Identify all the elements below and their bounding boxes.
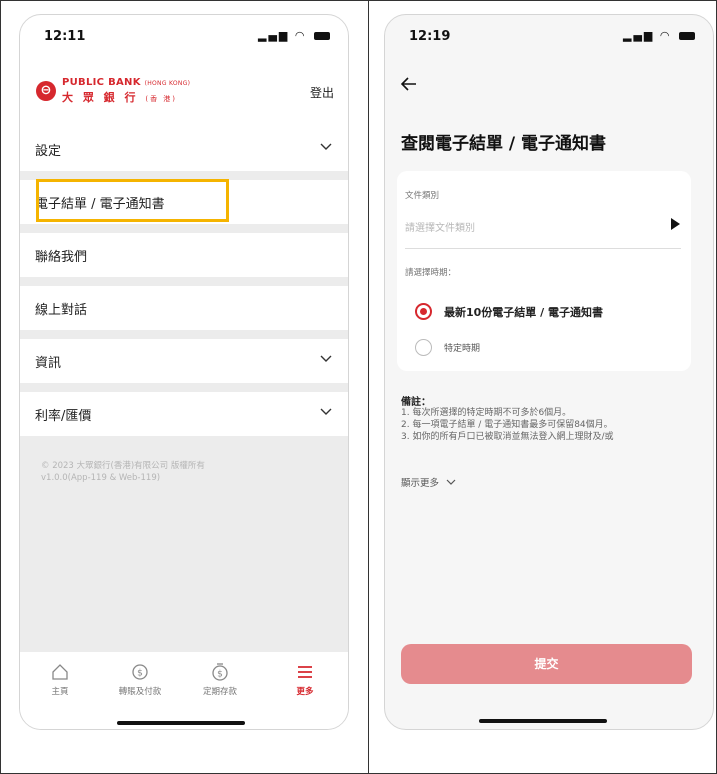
tab-label: 轉賬及付款 bbox=[118, 687, 162, 697]
signal-icon: ▂▄▆ bbox=[623, 29, 655, 42]
menu-item-label: 利率/匯價 bbox=[35, 409, 92, 424]
submit-button[interactable]: 提交 bbox=[401, 644, 692, 684]
panel-divider bbox=[368, 0, 369, 774]
signal-icon: ▂▄▆ bbox=[258, 29, 290, 42]
show-more-label: 顯示更多 bbox=[401, 478, 440, 489]
wifi-icon: ◠ bbox=[294, 29, 307, 42]
bank-logo-zh-name: 大 眾 銀 行 bbox=[62, 91, 139, 104]
show-more-link[interactable]: 顯示更多 bbox=[401, 475, 456, 489]
chevron-down-icon bbox=[320, 143, 332, 150]
period-label: 請選擇時期： bbox=[405, 268, 457, 278]
page-title: 查閱電子結單 / 電子通知書 bbox=[401, 134, 607, 154]
highlight-box bbox=[36, 179, 229, 222]
phone-screen-estatement: 12:19 ▂▄▆ ◠ 查閱電子結單 / 電子通知書 文件類別 請選擇文件類別 … bbox=[384, 14, 714, 730]
status-icons: ▂▄▆ ◠ bbox=[258, 29, 330, 42]
tab-more[interactable]: 更多 bbox=[270, 662, 340, 697]
time-deposit-icon: $ bbox=[212, 663, 228, 681]
status-time: 12:11 bbox=[44, 29, 86, 44]
tab-transfer-payment[interactable]: $ 轉賬及付款 bbox=[105, 662, 175, 697]
menu-item-info[interactable]: 資訊 bbox=[20, 339, 348, 383]
select-arrow-icon[interactable] bbox=[671, 218, 680, 230]
chevron-down-icon bbox=[446, 479, 456, 485]
chevron-down-icon bbox=[320, 355, 332, 362]
battery-icon bbox=[314, 32, 330, 40]
note-item: 3. 如你的所有戶口已被取消並無法登入網上理財及/或 bbox=[401, 432, 614, 442]
bank-logo-en: PUBLIC BANK (HONG KONG) bbox=[62, 77, 190, 88]
bank-logo-icon: ⊖ bbox=[36, 81, 56, 101]
menu-item-label: 線上對話 bbox=[35, 303, 88, 318]
bank-logo-en-sub: (HONG KONG) bbox=[144, 80, 191, 87]
menu-item-label: 設定 bbox=[35, 144, 62, 159]
phone-screen-more-menu: 12:11 ▂▄▆ ◠ ⊖ PUBLIC BANK (HONG KONG) 大 … bbox=[19, 14, 349, 730]
bottom-tab-bar: 主頁 $ 轉賬及付款 $ 定期存款 更多 bbox=[20, 652, 348, 729]
menu-item-label: 資訊 bbox=[35, 356, 62, 371]
bank-logo-en-name: PUBLIC BANK bbox=[62, 77, 141, 88]
notes-title: 備註： bbox=[401, 397, 431, 408]
back-arrow-icon[interactable] bbox=[401, 77, 417, 91]
tab-home[interactable]: 主頁 bbox=[25, 662, 95, 697]
logout-button[interactable]: 登出 bbox=[310, 84, 334, 101]
app-header: ⊖ PUBLIC BANK (HONG KONG) 大 眾 銀 行 (香 港) … bbox=[20, 67, 348, 127]
field-underline bbox=[405, 248, 681, 249]
doc-type-select[interactable]: 請選擇文件類別 bbox=[405, 219, 475, 234]
status-bar: 12:11 ▂▄▆ ◠ bbox=[20, 15, 348, 55]
note-item: 1. 每次所選擇的特定時期不可多於6個月。 bbox=[401, 408, 572, 418]
tab-label: 更多 bbox=[296, 687, 314, 697]
menu-item-label: 聯絡我們 bbox=[35, 250, 88, 265]
menu-item-online-chat[interactable]: 線上對話 bbox=[20, 286, 348, 330]
tab-label: 定期存款 bbox=[202, 687, 237, 697]
doc-type-label: 文件類別 bbox=[405, 191, 440, 201]
more-menu-icon bbox=[298, 666, 312, 678]
chevron-down-icon bbox=[320, 408, 332, 415]
home-indicator bbox=[479, 719, 607, 723]
home-icon bbox=[52, 664, 68, 680]
status-icons: ▂▄▆ ◠ bbox=[623, 29, 695, 42]
svg-text:$: $ bbox=[217, 670, 223, 680]
radio-label-latest-10[interactable]: 最新10份電子結單 / 電子通知書 bbox=[444, 304, 603, 320]
menu-item-contact-us[interactable]: 聯絡我們 bbox=[20, 233, 348, 277]
bank-logo-zh-sub: (香 港) bbox=[145, 95, 178, 103]
battery-icon bbox=[679, 32, 695, 40]
menu-item-settings[interactable]: 設定 bbox=[20, 127, 348, 171]
svg-text:$: $ bbox=[137, 669, 143, 679]
home-indicator bbox=[117, 721, 245, 725]
status-bar: 12:19 ▂▄▆ ◠ bbox=[385, 15, 713, 55]
version-line: v1.0.0(App-119 & Web-119) bbox=[41, 473, 161, 483]
copyright-text: © 2023 大眾銀行(香港)有限公司 版權所有 v1.0.0(App-119 … bbox=[41, 460, 205, 484]
bank-logo-zh: 大 眾 銀 行 (香 港) bbox=[62, 89, 177, 105]
radio-label-specific-period[interactable]: 特定時期 bbox=[444, 341, 480, 354]
note-item: 2. 每一項電子結單 / 電子通知書最多可保留84個月。 bbox=[401, 420, 613, 430]
copyright-line: © 2023 大眾銀行(香港)有限公司 版權所有 bbox=[41, 461, 205, 471]
status-time: 12:19 bbox=[409, 29, 451, 44]
radio-specific-period[interactable] bbox=[415, 339, 432, 356]
tab-time-deposit[interactable]: $ 定期存款 bbox=[185, 662, 255, 697]
tab-label: 主頁 bbox=[51, 687, 69, 697]
transfer-payment-icon: $ bbox=[132, 664, 148, 680]
radio-latest-10[interactable] bbox=[415, 303, 432, 320]
wifi-icon: ◠ bbox=[659, 29, 672, 42]
notes-list: 1. 每次所選擇的特定時期不可多於6個月。 2. 每一項電子結單 / 電子通知書… bbox=[401, 407, 706, 443]
menu-item-rates[interactable]: 利率/匯價 bbox=[20, 392, 348, 436]
